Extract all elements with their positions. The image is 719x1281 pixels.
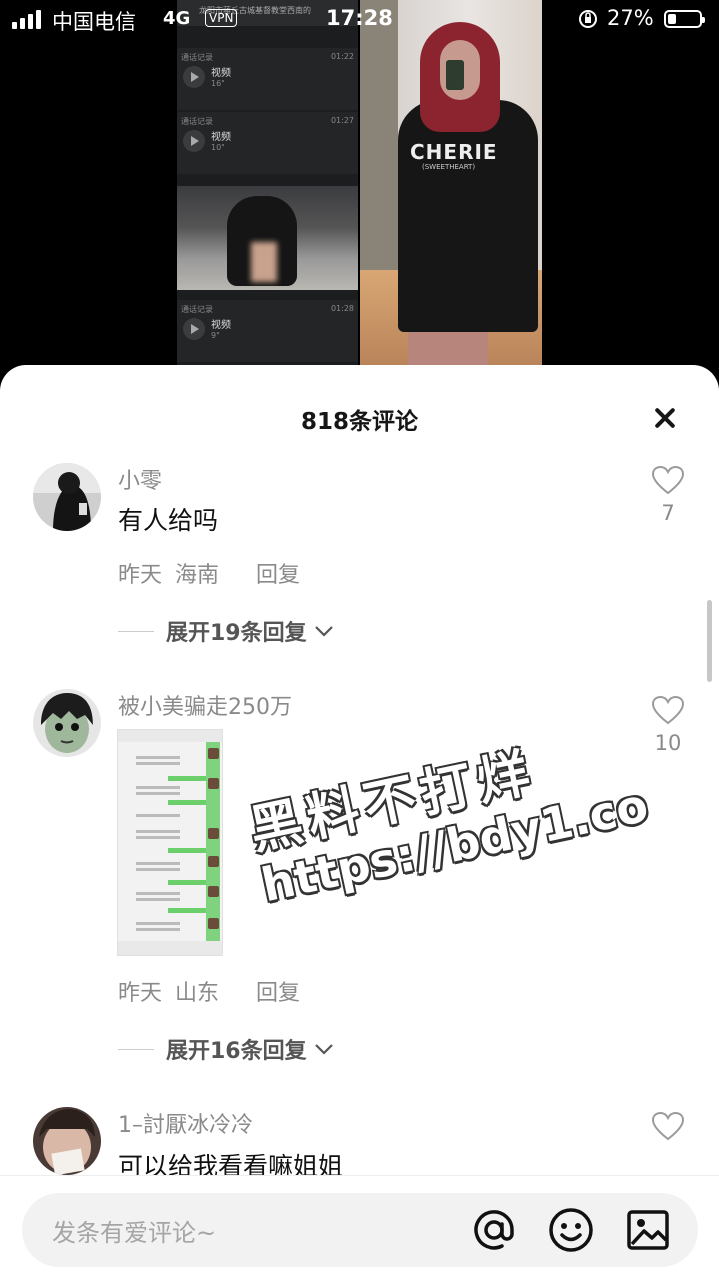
heart-icon xyxy=(651,465,685,495)
status-bar: 中国电信 4G VPN 17:28 27% xyxy=(0,0,719,40)
comments-sheet: 818条评论 小零 有人给吗 昨天 海南 回复 展开19条回复 7 被小美骗走2… xyxy=(0,365,719,1280)
expand-replies-button[interactable]: 展开19条回复 xyxy=(118,615,335,647)
signal-icon xyxy=(12,10,41,29)
chevron-down-icon xyxy=(314,1044,333,1055)
emoji-icon[interactable] xyxy=(547,1206,595,1254)
scrollbar[interactable] xyxy=(707,600,712,682)
play-icon xyxy=(183,66,205,88)
comment-location: 山东 xyxy=(175,981,220,1006)
expand-replies-button[interactable]: 展开16条回复 xyxy=(118,1033,335,1065)
comment-input-placeholder: 发条有爱评论~ xyxy=(52,1219,217,1247)
like-button[interactable] xyxy=(648,1111,688,1141)
like-count: 10 xyxy=(654,731,682,755)
chat-video-row: 通话记录 01:28 视频 9" xyxy=(177,300,358,362)
comment-text: 有人给吗 xyxy=(118,506,219,535)
reply-button[interactable]: 回复 xyxy=(256,975,300,1007)
like-button[interactable]: 10 xyxy=(648,695,688,755)
clock: 17:28 xyxy=(326,6,393,30)
play-icon xyxy=(183,130,205,152)
avatar[interactable] xyxy=(33,689,101,757)
rotation-lock-icon xyxy=(578,8,598,34)
comments-title: 818条评论 xyxy=(300,409,418,435)
comment-date: 昨天 xyxy=(118,981,163,1006)
avatar[interactable] xyxy=(33,1107,101,1175)
vpn-badge: VPN xyxy=(205,9,238,27)
chat-photo xyxy=(177,186,358,290)
chevron-down-icon xyxy=(314,626,333,637)
network-type: 4G xyxy=(163,8,191,29)
comment-username[interactable]: 1–討厭冰冷冷 xyxy=(118,1107,253,1139)
comment-input[interactable]: 发条有爱评论~ xyxy=(22,1193,698,1267)
close-icon[interactable] xyxy=(650,403,680,433)
comment-username[interactable]: 小零 xyxy=(118,463,162,495)
comment-date: 昨天 xyxy=(118,563,163,588)
heart-icon xyxy=(651,695,685,725)
chat-screenshot-panel: 龙阳市蒋丘古城基督教堂西南的 通话记录 01:22 视频 16" 通话记录 01… xyxy=(177,0,358,365)
at-icon[interactable] xyxy=(470,1206,518,1254)
avatar[interactable] xyxy=(33,463,101,531)
comment-username[interactable]: 被小美骗走250万 xyxy=(118,689,292,721)
video-preview[interactable]: 龙阳市蒋丘古城基督教堂西南的 通话记录 01:22 视频 16" 通话记录 01… xyxy=(0,0,719,380)
comment-image[interactable] xyxy=(117,729,223,956)
play-icon xyxy=(183,318,205,340)
image-icon[interactable] xyxy=(624,1206,672,1254)
comment-location: 海南 xyxy=(175,563,220,588)
heart-icon xyxy=(651,1111,685,1141)
chat-video-row: 通话记录 01:22 视频 16" xyxy=(177,48,358,110)
carrier-name: 中国电信 xyxy=(52,10,136,34)
selfie-photo: CHERIE (SWEETHEART) xyxy=(360,0,542,365)
like-button[interactable]: 7 xyxy=(648,465,688,525)
like-count: 7 xyxy=(661,501,675,525)
comment-input-bar: 发条有爱评论~ xyxy=(0,1175,719,1281)
battery-percent: 27% xyxy=(607,6,654,30)
chat-video-row: 通话记录 01:27 视频 10" xyxy=(177,112,358,174)
reply-button[interactable]: 回复 xyxy=(256,557,300,589)
battery-icon xyxy=(664,10,705,28)
